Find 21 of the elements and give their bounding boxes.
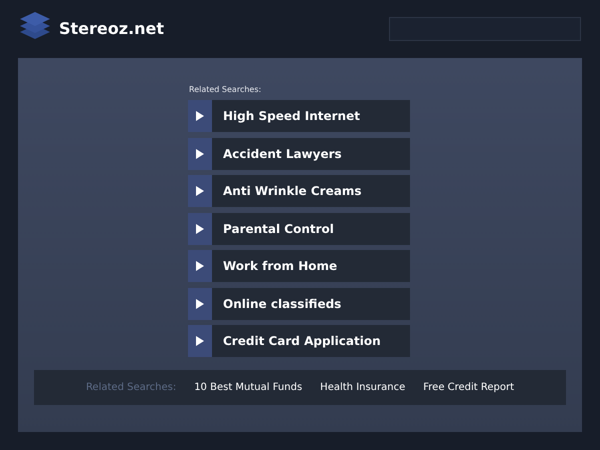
search-field[interactable] <box>389 17 581 41</box>
play-arrow-icon <box>196 186 204 196</box>
play-arrow-icon <box>196 336 204 346</box>
play-arrow-icon <box>196 148 204 158</box>
play-arrow-icon <box>196 298 204 308</box>
search-link[interactable]: High Speed Internet <box>212 100 410 132</box>
search-link[interactable]: Accident Lawyers <box>212 138 410 170</box>
footer-link[interactable]: 10 Best Mutual Funds <box>194 380 302 395</box>
play-arrow-icon <box>196 261 204 271</box>
footer-heading: Related Searches: <box>86 381 176 395</box>
site-title[interactable]: Stereoz.net <box>59 17 164 41</box>
search-link[interactable]: Credit Card Application <box>212 325 410 357</box>
search-link[interactable]: Parental Control <box>212 212 410 244</box>
footer-link[interactable]: Free Credit Report <box>423 380 514 395</box>
search-link[interactable]: Anti Wrinkle Creams <box>212 175 410 207</box>
footer-link[interactable]: Health Insurance <box>320 380 406 395</box>
search-link[interactable]: Online classifieds <box>212 288 410 320</box>
related-searches-heading: Related Searches: <box>189 84 262 96</box>
play-arrow-icon <box>196 111 204 121</box>
play-arrow-icon <box>196 224 204 234</box>
search-link[interactable]: Work from Home <box>212 250 410 282</box>
